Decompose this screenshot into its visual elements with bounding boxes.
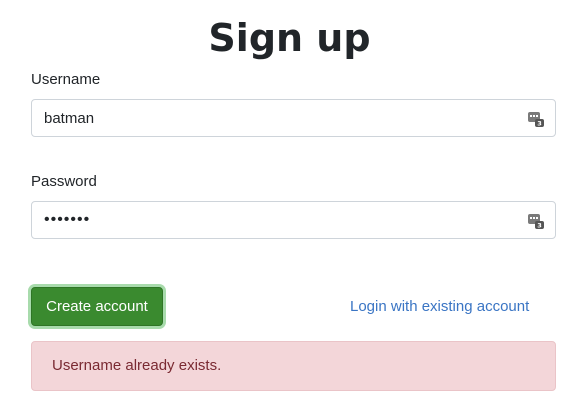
create-account-button[interactable]: Create account (31, 287, 163, 326)
password-manager-icon[interactable]: 3 (527, 110, 545, 128)
username-field[interactable]: 3 (31, 99, 556, 137)
password-manager-icon[interactable]: 3 (527, 212, 545, 230)
svg-text:3: 3 (537, 222, 542, 230)
password-input[interactable] (32, 202, 555, 238)
password-label: Password (31, 173, 97, 190)
login-existing-link[interactable]: Login with existing account (350, 297, 529, 317)
page-title: Sign up (208, 16, 371, 60)
error-alert: Username already exists. (31, 341, 556, 391)
password-field[interactable]: 3 (31, 201, 556, 239)
svg-text:3: 3 (537, 120, 542, 128)
username-input[interactable] (32, 100, 555, 136)
signup-page: Sign up Username 3 Password 3 Create acc… (0, 0, 579, 410)
username-label: Username (31, 71, 101, 88)
error-message: Username already exists. (52, 357, 222, 374)
